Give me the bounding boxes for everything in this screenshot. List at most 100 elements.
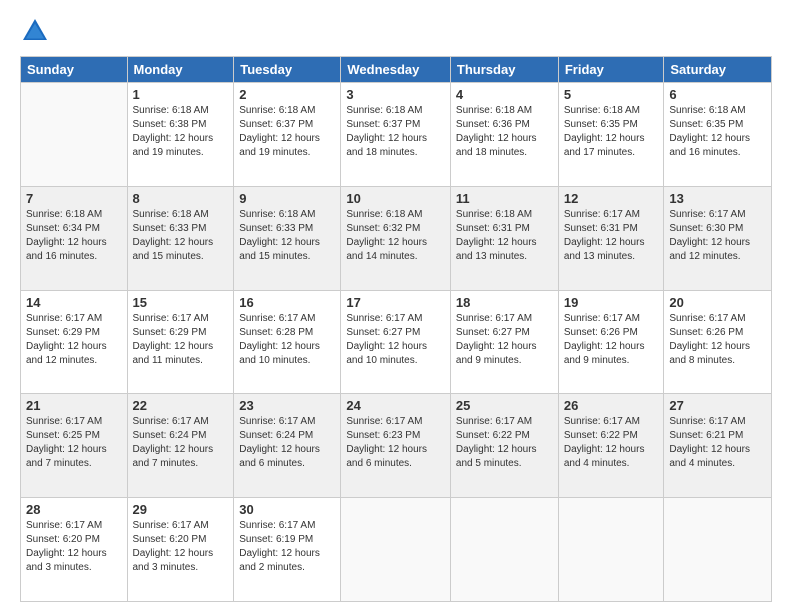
- calendar-cell: 25 Sunrise: 6:17 AM Sunset: 6:22 PM Dayli…: [450, 394, 558, 498]
- day-number: 30: [239, 502, 335, 517]
- weekday-header: Thursday: [450, 57, 558, 83]
- calendar-cell: 20Sunrise: 6:17 AM Sunset: 6:26 PM Dayli…: [664, 290, 772, 394]
- day-info: Sunrise: 6:18 AM Sunset: 6:34 PM Dayligh…: [26, 208, 122, 264]
- day-info: Sunrise: 6:17 AM Sunset: 6:28 PM Dayligh…: [239, 312, 335, 368]
- day-number: 27: [669, 398, 766, 413]
- page: SundayMondayTuesdayWednesdayThursdayFrid…: [0, 0, 792, 612]
- day-info: Sunrise: 6:17 AM Sunset: 6:20 PM Dayligh…: [133, 519, 229, 575]
- day-info: Sunrise: 6:18 AM Sunset: 6:38 PM Dayligh…: [133, 104, 229, 160]
- calendar-cell: 19 Sunrise: 6:17 AM Sunset: 6:26 PM Dayli…: [558, 290, 664, 394]
- calendar-cell: 13 Sunrise: 6:17 AM Sunset: 6:30 PM Dayli…: [664, 186, 772, 290]
- calendar-cell: 1 Sunrise: 6:18 AM Sunset: 6:38 PM Daylig…: [127, 83, 234, 187]
- day-info: Sunrise: 6:17 AM Sunset: 6:30 PM Dayligh…: [669, 208, 766, 264]
- day-number: 28: [26, 502, 122, 517]
- day-number: 13: [669, 191, 766, 206]
- weekday-header: Sunday: [21, 57, 128, 83]
- calendar-cell: 9 Sunrise: 6:18 AM Sunset: 6:33 PM Daylig…: [234, 186, 341, 290]
- calendar-body: 1 Sunrise: 6:18 AM Sunset: 6:38 PM Daylig…: [21, 83, 772, 602]
- day-info: Sunrise: 6:18 AM Sunset: 6:33 PM Dayligh…: [133, 208, 229, 264]
- day-info: Sunrise: 6:18 AM Sunset: 6:33 PM Dayligh…: [239, 208, 335, 264]
- day-info: Sunrise: 6:17 AM Sunset: 6:19 PM Dayligh…: [239, 519, 335, 575]
- day-number: 8: [133, 191, 229, 206]
- calendar-cell: 17 Sunrise: 6:17 AM Sunset: 6:27 PM Dayli…: [341, 290, 451, 394]
- calendar-table: SundayMondayTuesdayWednesdayThursdayFrid…: [20, 56, 772, 602]
- day-info: Sunrise: 6:18 AM Sunset: 6:35 PM Dayligh…: [564, 104, 659, 160]
- day-info: Sunrise: 6:17 AM Sunset: 6:23 PM Dayligh…: [346, 415, 445, 471]
- logo-icon: [20, 16, 50, 46]
- day-number: 19: [564, 295, 659, 310]
- calendar-cell: 23 Sunrise: 6:17 AM Sunset: 6:24 PM Dayli…: [234, 394, 341, 498]
- day-number: 5: [564, 87, 659, 102]
- logo: [20, 16, 54, 46]
- day-number: 22: [133, 398, 229, 413]
- calendar-cell: 5 Sunrise: 6:18 AM Sunset: 6:35 PM Daylig…: [558, 83, 664, 187]
- day-number: 2: [239, 87, 335, 102]
- calendar-week-row: 28 Sunrise: 6:17 AM Sunset: 6:20 PM Dayli…: [21, 498, 772, 602]
- calendar-week-row: 14 Sunrise: 6:17 AM Sunset: 6:29 PM Dayli…: [21, 290, 772, 394]
- weekday-header: Saturday: [664, 57, 772, 83]
- day-info: Sunrise: 6:17 AM Sunset: 6:26 PM Dayligh…: [669, 312, 766, 368]
- calendar-cell: 3 Sunrise: 6:18 AM Sunset: 6:37 PM Daylig…: [341, 83, 451, 187]
- calendar-week-row: 1 Sunrise: 6:18 AM Sunset: 6:38 PM Daylig…: [21, 83, 772, 187]
- day-info: Sunrise: 6:17 AM Sunset: 6:21 PM Dayligh…: [669, 415, 766, 471]
- day-number: 1: [133, 87, 229, 102]
- calendar-cell: 30 Sunrise: 6:17 AM Sunset: 6:19 PM Dayli…: [234, 498, 341, 602]
- calendar-cell: 6Sunrise: 6:18 AM Sunset: 6:35 PM Daylig…: [664, 83, 772, 187]
- calendar-cell: [450, 498, 558, 602]
- weekday-header: Friday: [558, 57, 664, 83]
- day-info: Sunrise: 6:18 AM Sunset: 6:31 PM Dayligh…: [456, 208, 553, 264]
- day-number: 7: [26, 191, 122, 206]
- day-number: 14: [26, 295, 122, 310]
- day-number: 21: [26, 398, 122, 413]
- day-info: Sunrise: 6:17 AM Sunset: 6:29 PM Dayligh…: [133, 312, 229, 368]
- weekday-header: Tuesday: [234, 57, 341, 83]
- day-number: 4: [456, 87, 553, 102]
- day-number: 12: [564, 191, 659, 206]
- day-info: Sunrise: 6:17 AM Sunset: 6:24 PM Dayligh…: [239, 415, 335, 471]
- day-number: 25: [456, 398, 553, 413]
- day-number: 23: [239, 398, 335, 413]
- day-info: Sunrise: 6:18 AM Sunset: 6:35 PM Dayligh…: [669, 104, 766, 160]
- weekday-header: Monday: [127, 57, 234, 83]
- day-info: Sunrise: 6:17 AM Sunset: 6:20 PM Dayligh…: [26, 519, 122, 575]
- day-info: Sunrise: 6:17 AM Sunset: 6:24 PM Dayligh…: [133, 415, 229, 471]
- calendar-cell: 12Sunrise: 6:17 AM Sunset: 6:31 PM Dayli…: [558, 186, 664, 290]
- day-number: 17: [346, 295, 445, 310]
- day-info: Sunrise: 6:17 AM Sunset: 6:27 PM Dayligh…: [346, 312, 445, 368]
- calendar-cell: 21 Sunrise: 6:17 AM Sunset: 6:25 PM Dayli…: [21, 394, 128, 498]
- calendar-cell: 24 Sunrise: 6:17 AM Sunset: 6:23 PM Dayli…: [341, 394, 451, 498]
- calendar-cell: [664, 498, 772, 602]
- calendar-cell: 29Sunrise: 6:17 AM Sunset: 6:20 PM Dayli…: [127, 498, 234, 602]
- calendar-cell: [558, 498, 664, 602]
- calendar-cell: 28 Sunrise: 6:17 AM Sunset: 6:20 PM Dayli…: [21, 498, 128, 602]
- calendar-cell: 26 Sunrise: 6:17 AM Sunset: 6:22 PM Dayli…: [558, 394, 664, 498]
- day-info: Sunrise: 6:18 AM Sunset: 6:32 PM Dayligh…: [346, 208, 445, 264]
- day-info: Sunrise: 6:17 AM Sunset: 6:22 PM Dayligh…: [564, 415, 659, 471]
- day-number: 10: [346, 191, 445, 206]
- day-info: Sunrise: 6:17 AM Sunset: 6:22 PM Dayligh…: [456, 415, 553, 471]
- day-info: Sunrise: 6:18 AM Sunset: 6:37 PM Dayligh…: [239, 104, 335, 160]
- calendar-cell: 2 Sunrise: 6:18 AM Sunset: 6:37 PM Daylig…: [234, 83, 341, 187]
- calendar-cell: 22 Sunrise: 6:17 AM Sunset: 6:24 PM Dayli…: [127, 394, 234, 498]
- weekday-header: Wednesday: [341, 57, 451, 83]
- day-number: 3: [346, 87, 445, 102]
- calendar-week-row: 7 Sunrise: 6:18 AM Sunset: 6:34 PM Daylig…: [21, 186, 772, 290]
- day-number: 26: [564, 398, 659, 413]
- calendar-cell: 18 Sunrise: 6:17 AM Sunset: 6:27 PM Dayli…: [450, 290, 558, 394]
- day-info: Sunrise: 6:17 AM Sunset: 6:26 PM Dayligh…: [564, 312, 659, 368]
- calendar-cell: 4 Sunrise: 6:18 AM Sunset: 6:36 PM Daylig…: [450, 83, 558, 187]
- calendar-cell: 8 Sunrise: 6:18 AM Sunset: 6:33 PM Daylig…: [127, 186, 234, 290]
- day-info: Sunrise: 6:17 AM Sunset: 6:27 PM Dayligh…: [456, 312, 553, 368]
- calendar-cell: 27 Sunrise: 6:17 AM Sunset: 6:21 PM Dayli…: [664, 394, 772, 498]
- day-info: Sunrise: 6:17 AM Sunset: 6:25 PM Dayligh…: [26, 415, 122, 471]
- calendar-cell: 15 Sunrise: 6:17 AM Sunset: 6:29 PM Dayli…: [127, 290, 234, 394]
- header: [20, 16, 772, 46]
- day-info: Sunrise: 6:18 AM Sunset: 6:36 PM Dayligh…: [456, 104, 553, 160]
- day-number: 18: [456, 295, 553, 310]
- day-info: Sunrise: 6:17 AM Sunset: 6:29 PM Dayligh…: [26, 312, 122, 368]
- calendar-cell: 11Sunrise: 6:18 AM Sunset: 6:31 PM Dayli…: [450, 186, 558, 290]
- day-number: 9: [239, 191, 335, 206]
- day-number: 24: [346, 398, 445, 413]
- day-info: Sunrise: 6:18 AM Sunset: 6:37 PM Dayligh…: [346, 104, 445, 160]
- day-number: 15: [133, 295, 229, 310]
